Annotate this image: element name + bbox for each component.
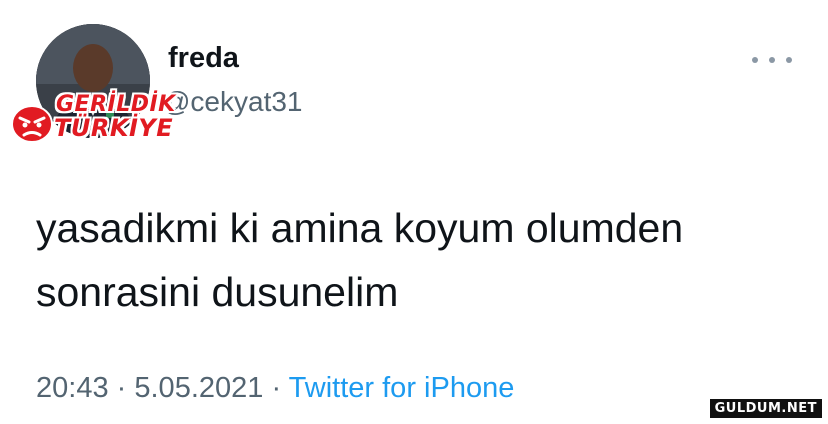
tweet-card: freda @cekyat31 GERİLDİK TÜRKİYE yasadik… [0,0,828,424]
tweet-time[interactable]: 20:43 [36,372,109,404]
tweet-text: yasadikmi ki amina koyum olumden sonrasi… [36,205,684,315]
dot [769,57,775,63]
display-name[interactable]: freda [168,42,239,75]
dot [786,57,792,63]
user-handle[interactable]: @cekyat31 [162,86,303,118]
watermark: GULDUM.NET [709,399,822,418]
tweet-metadata: 20:43 · 5.05.2021 · Twitter for iPhone [36,372,514,405]
separator: · [271,372,282,404]
dot [752,57,758,63]
badge-line-2: TÜRKİYE [54,114,174,142]
overlay-badge: GERİLDİK TÜRKİYE [8,92,175,150]
tweet-date[interactable]: 5.05.2021 [134,372,263,404]
separator: · [116,372,127,404]
angry-face-icon [11,105,53,143]
tweet-source-link[interactable]: Twitter for iPhone [289,372,515,404]
more-options-icon[interactable] [752,52,792,68]
